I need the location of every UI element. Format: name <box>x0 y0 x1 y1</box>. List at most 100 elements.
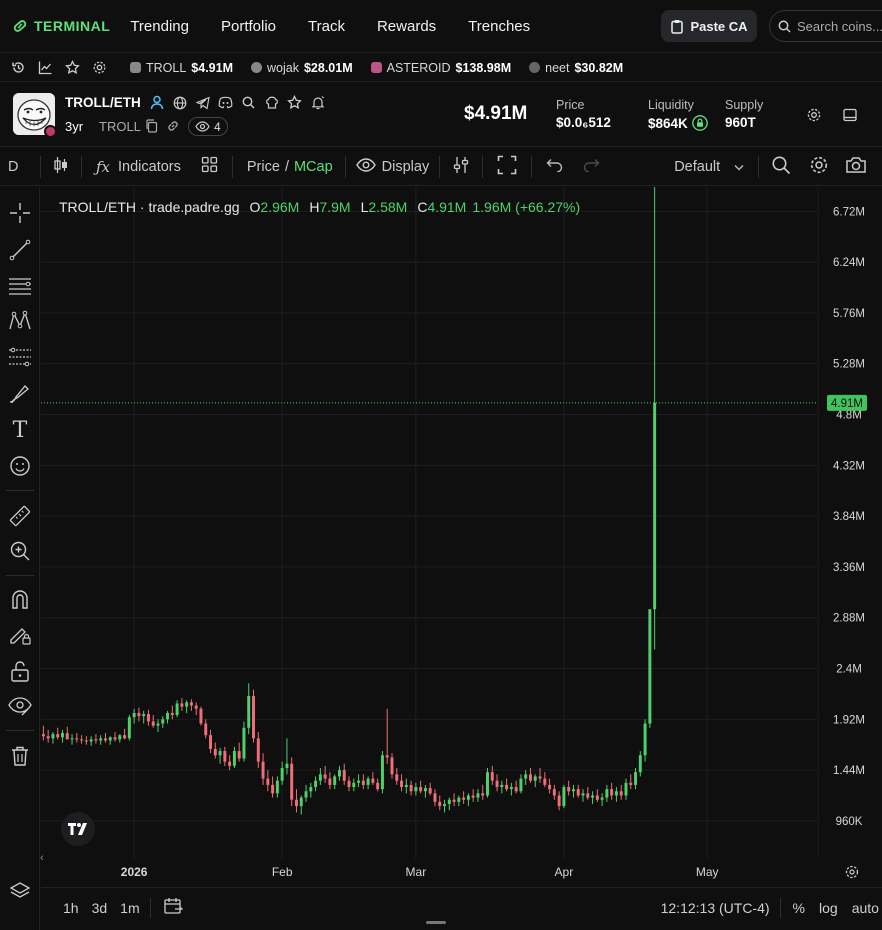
lock-drawing-icon[interactable] <box>8 623 32 647</box>
candle-body <box>261 761 265 779</box>
bell-alert-icon[interactable] <box>309 94 326 111</box>
ticker-item[interactable]: ASTEROID $138.98M <box>370 61 511 75</box>
candle-body <box>65 733 69 740</box>
visibility-icon[interactable] <box>8 694 32 718</box>
chain-badge-icon <box>44 125 57 138</box>
range-1h[interactable]: 1h <box>63 900 79 916</box>
auto-toggle[interactable]: auto <box>852 900 879 916</box>
globe-icon[interactable] <box>171 94 188 111</box>
candle-body <box>113 737 117 740</box>
divider <box>758 155 760 178</box>
price-toggle[interactable]: Price <box>247 159 280 175</box>
undo-icon[interactable] <box>546 158 563 176</box>
layout-selector[interactable]: Default <box>674 159 720 175</box>
indicators-button[interactable]: Indicators <box>118 159 181 175</box>
trend-line-icon[interactable] <box>8 238 32 262</box>
date-range-icon[interactable] <box>163 897 184 918</box>
gear-icon[interactable] <box>90 59 108 77</box>
pattern-icon[interactable] <box>8 309 32 333</box>
parallel-lines-icon[interactable] <box>8 274 32 298</box>
trash-icon[interactable] <box>8 744 32 768</box>
user-icon[interactable] <box>148 94 165 111</box>
nav-trenches[interactable]: Trenches <box>468 18 530 35</box>
ticker-item[interactable]: neet $30.82M <box>529 61 623 75</box>
gear-icon[interactable] <box>806 107 824 125</box>
brand-logo[interactable]: TERMINAL <box>12 18 110 34</box>
trend-chart-icon[interactable] <box>36 59 54 77</box>
star-icon[interactable] <box>63 59 81 77</box>
star-icon[interactable] <box>286 94 303 111</box>
nav-trending[interactable]: Trending <box>130 18 189 35</box>
tradingview-logo-icon[interactable] <box>61 812 95 846</box>
candle-body <box>175 703 179 716</box>
token-logo-icon <box>370 62 382 73</box>
price-chart[interactable]: 6.72M 6.24M 5.76M 5.28M 4.8M 4.32M 3.84M 3.36M 2… <box>41 187 882 887</box>
chef-hat-icon[interactable] <box>263 94 280 111</box>
redo-icon[interactable] <box>583 158 600 176</box>
history-icon[interactable] <box>9 59 27 77</box>
candle-body <box>161 719 165 724</box>
adjust-icon[interactable] <box>452 156 470 178</box>
gear-icon[interactable] <box>809 155 829 179</box>
fullscreen-icon[interactable] <box>497 155 517 179</box>
log-toggle[interactable]: log <box>819 900 838 916</box>
brush-icon[interactable] <box>8 382 32 406</box>
paste-ca-button[interactable]: Paste CA <box>661 10 757 42</box>
nav-track[interactable]: Track <box>308 18 345 35</box>
toggle-separator: / <box>284 158 289 175</box>
candle-body <box>213 748 217 756</box>
resize-handle[interactable] <box>426 921 446 924</box>
ticker-item[interactable]: TROLL $4.91M <box>130 61 233 75</box>
y-tick-label: 4.8M <box>836 410 862 422</box>
candle-body <box>514 787 518 792</box>
text-icon[interactable]: T <box>8 418 32 443</box>
camera-icon[interactable] <box>845 156 867 178</box>
candle-body <box>443 803 447 807</box>
layers-icon[interactable] <box>8 879 32 903</box>
telegram-icon[interactable] <box>194 94 211 111</box>
candle-body <box>557 795 561 807</box>
range-1m[interactable]: 1m <box>120 900 139 916</box>
search-icon[interactable] <box>771 155 791 179</box>
nav-portfolio[interactable]: Portfolio <box>221 18 276 35</box>
y-tick-label: 3.36M <box>833 562 865 574</box>
discord-icon[interactable] <box>217 94 234 111</box>
link-icon[interactable] <box>166 119 180 136</box>
copy-icon[interactable] <box>145 119 158 136</box>
candle-body <box>648 609 652 724</box>
chevron-down-icon[interactable] <box>734 159 744 175</box>
candle-body <box>123 735 127 739</box>
ruler-icon[interactable] <box>8 504 32 528</box>
interval-selector[interactable]: D <box>8 159 28 175</box>
nav-rewards[interactable]: Rewards <box>377 18 436 35</box>
unlock-icon[interactable] <box>8 659 32 683</box>
divider <box>344 155 346 178</box>
candle-body <box>118 735 122 740</box>
search-box[interactable]: Search coins... <box>769 10 882 42</box>
candlestick-icon[interactable] <box>53 156 69 178</box>
chart-bottom-bar: 1h 3d 1m 12:12:13 (UTC-4) % log auto <box>41 887 882 927</box>
candle-body <box>295 799 298 807</box>
panel-layout-icon[interactable] <box>842 107 860 125</box>
divider <box>6 575 34 576</box>
magnet-icon[interactable] <box>8 587 32 611</box>
token-logo-icon <box>130 62 141 73</box>
range-3d[interactable]: 3d <box>92 900 108 916</box>
candle-body <box>490 772 494 781</box>
zoom-in-icon[interactable] <box>8 539 32 563</box>
x-tick-label: 2026 <box>121 865 148 879</box>
clock-time[interactable]: 12:12:13 (UTC-4) <box>661 900 770 916</box>
emoji-icon[interactable] <box>8 454 32 478</box>
percent-toggle[interactable]: % <box>793 900 805 916</box>
fibonacci-icon[interactable] <box>8 345 32 369</box>
search-input[interactable]: Search coins... <box>797 19 882 34</box>
templates-icon[interactable] <box>201 156 218 177</box>
ticker-bar: TROLL $4.91M wojak $28.01M ASTEROID $138… <box>0 54 882 82</box>
candle-body <box>423 788 427 792</box>
ticker-item[interactable]: wojak $28.01M <box>251 61 353 75</box>
crosshair-icon[interactable] <box>8 201 32 225</box>
watchers-badge[interactable]: 4 <box>188 117 228 136</box>
mcap-toggle[interactable]: MCap <box>294 159 333 175</box>
display-button[interactable]: Display <box>382 159 430 175</box>
search-icon[interactable] <box>240 94 257 111</box>
